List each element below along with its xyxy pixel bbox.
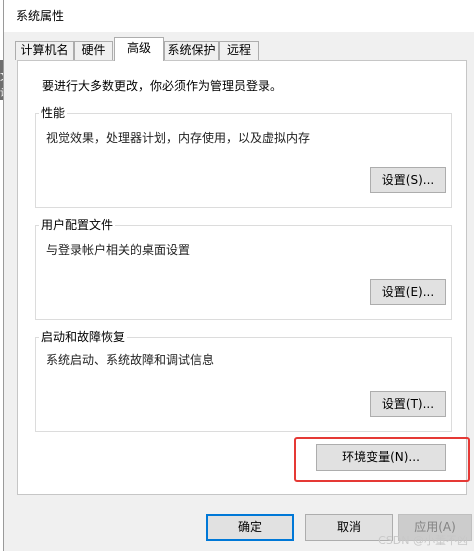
advanced-tab-panel: 要进行大多数更改，你必须作为管理员登录。 性能 视觉效果，处理器计划，内存使用，… — [17, 60, 467, 495]
user-profiles-title: 用户配置文件 — [39, 216, 116, 233]
tab-advanced[interactable]: 高级 — [114, 37, 164, 61]
tab-hardware[interactable]: 硬件 — [74, 41, 113, 60]
user-profiles-group — [35, 225, 452, 320]
system-properties-window: 系统属性 计算机名 硬件 高级 系统保护 远程 要进行大多数更改，你必须作为管理… — [3, 0, 474, 551]
performance-settings-button[interactable]: 设置(S)... — [370, 167, 446, 193]
startup-recovery-desc: 系统启动、系统故障和调试信息 — [46, 353, 215, 367]
tab-system-protection[interactable]: 系统保护 — [164, 41, 219, 60]
window-title: 系统属性 — [16, 9, 65, 23]
watermark: CSDN @小董不凶 — [378, 534, 468, 547]
performance-title: 性能 — [39, 104, 68, 121]
performance-group — [35, 113, 452, 208]
title-bar[interactable]: 系统属性 — [4, 0, 474, 32]
performance-desc: 视觉效果，处理器计划，内存使用，以及虚拟内存 — [46, 131, 311, 145]
startup-recovery-settings-button[interactable]: 设置(T)... — [370, 391, 446, 417]
user-profiles-desc: 与登录帐户相关的桌面设置 — [46, 243, 191, 257]
tab-remote[interactable]: 远程 — [219, 41, 259, 60]
user-profiles-settings-button[interactable]: 设置(E)... — [370, 279, 446, 305]
ok-button[interactable]: 确定 — [206, 514, 294, 541]
tab-computer-name[interactable]: 计算机名 — [15, 41, 74, 60]
highlight-box — [294, 437, 470, 482]
startup-recovery-title: 启动和故障恢复 — [39, 328, 128, 345]
admin-notice: 要进行大多数更改，你必须作为管理员登录。 — [42, 79, 283, 93]
